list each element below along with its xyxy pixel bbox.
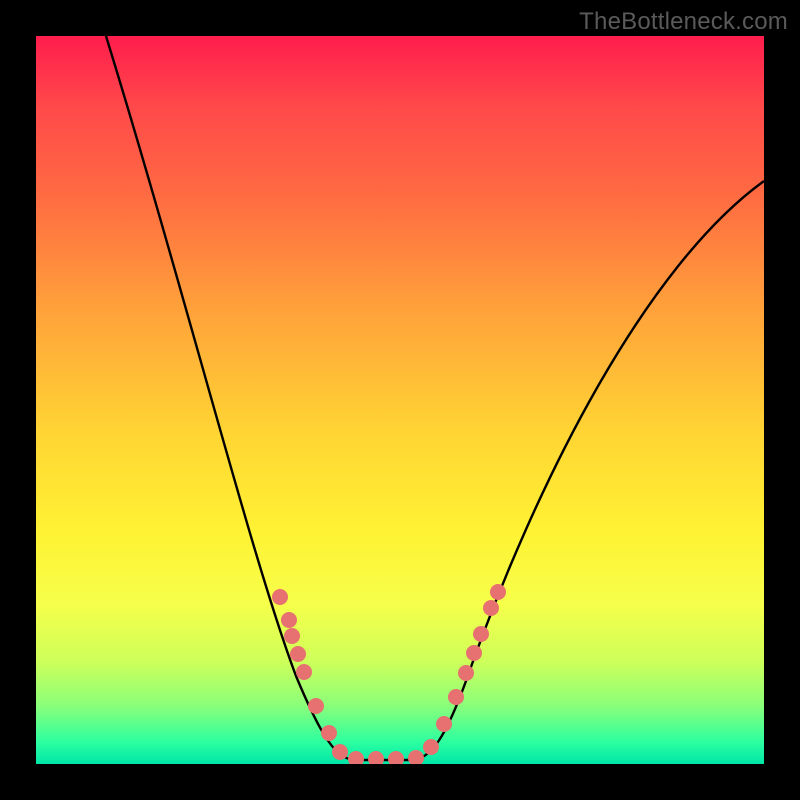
chart-frame: TheBottleneck.com — [0, 0, 800, 800]
data-marker — [458, 665, 474, 681]
marker-group — [272, 584, 506, 764]
data-marker — [296, 664, 312, 680]
data-marker — [408, 750, 424, 764]
data-marker — [448, 689, 464, 705]
data-marker — [436, 716, 452, 732]
data-marker — [272, 589, 288, 605]
data-marker — [321, 725, 337, 741]
data-marker — [290, 646, 306, 662]
data-marker — [308, 698, 324, 714]
bottleneck-curve-svg — [36, 36, 764, 764]
data-marker — [281, 612, 297, 628]
data-marker — [423, 739, 439, 755]
data-marker — [466, 645, 482, 661]
data-marker — [483, 600, 499, 616]
bottleneck-curve-line — [106, 36, 764, 760]
data-marker — [332, 744, 348, 760]
data-marker — [490, 584, 506, 600]
data-marker — [348, 751, 364, 764]
data-marker — [368, 751, 384, 764]
data-marker — [473, 626, 489, 642]
plot-area — [36, 36, 764, 764]
watermark-text: TheBottleneck.com — [579, 8, 788, 36]
data-marker — [284, 628, 300, 644]
data-marker — [388, 751, 404, 764]
